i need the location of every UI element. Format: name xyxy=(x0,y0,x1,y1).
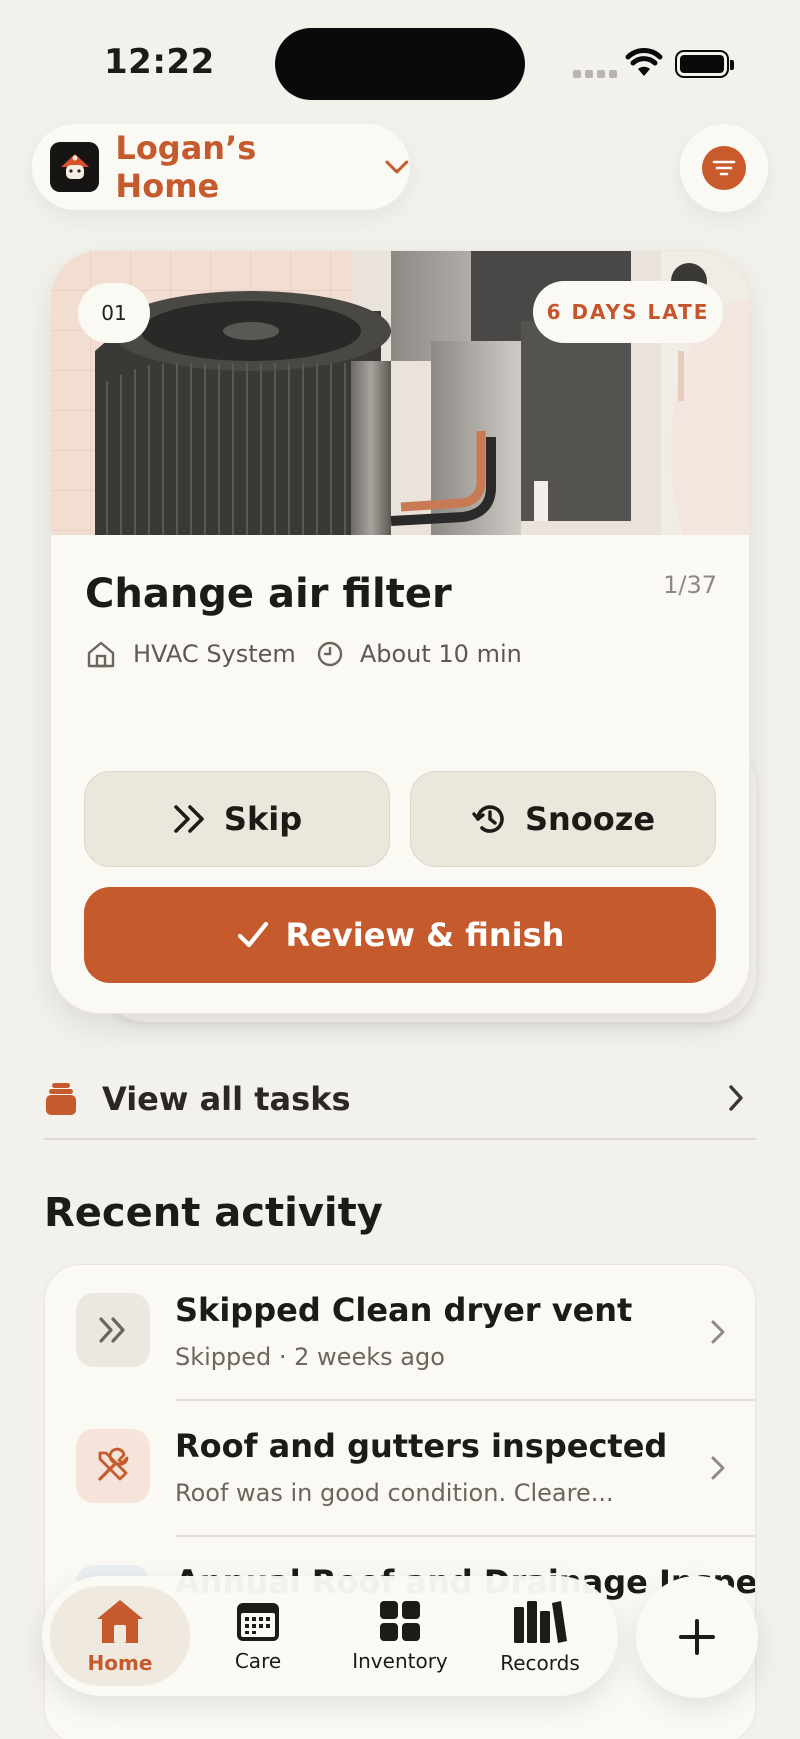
dynamic-island xyxy=(275,28,525,100)
skip-icon xyxy=(174,805,204,833)
tab-inventory-label: Inventory xyxy=(352,1649,448,1673)
task-card[interactable]: 01 6 DAYS LATE Change air filter 1/37 HV… xyxy=(50,250,750,1014)
home-icon xyxy=(97,1600,143,1643)
task-meta: HVAC System About 10 min xyxy=(85,639,522,669)
history-icon xyxy=(472,805,504,833)
tab-bar: Home Care Inventory Records xyxy=(42,1576,618,1696)
snooze-button[interactable]: Snooze xyxy=(410,771,716,867)
view-all-tasks-row[interactable]: View all tasks xyxy=(44,1060,756,1140)
review-finish-button[interactable]: Review & finish xyxy=(84,887,716,983)
tab-inventory[interactable]: Inventory xyxy=(330,1586,470,1686)
tab-records-label: Records xyxy=(500,1651,580,1675)
recent-activity-title: Recent activity xyxy=(44,1190,383,1236)
activity-row[interactable]: Roof and gutters inspected Roof was in g… xyxy=(45,1401,755,1537)
hvac-image: 01 6 DAYS LATE xyxy=(51,251,749,535)
skip-button[interactable]: Skip xyxy=(84,771,390,867)
tab-care-label: Care xyxy=(234,1649,282,1673)
books-icon xyxy=(514,1601,567,1643)
battery-icon xyxy=(675,50,734,78)
tab-records[interactable]: Records xyxy=(470,1586,610,1686)
activity-title: Roof and gutters inspected xyxy=(175,1427,668,1465)
activity-subtitle: Roof was in good condition. Cleare... xyxy=(175,1479,614,1507)
grid-icon xyxy=(380,1601,420,1641)
activity-title: Skipped Clean dryer vent xyxy=(175,1291,633,1329)
add-button[interactable] xyxy=(636,1576,758,1698)
home-logo-icon xyxy=(50,142,100,192)
task-stack-icon xyxy=(46,1083,76,1115)
skip-icon xyxy=(76,1293,150,1367)
chevron-down-icon xyxy=(385,160,409,174)
task-category: HVAC System xyxy=(133,640,296,668)
tools-icon xyxy=(76,1429,150,1503)
house-icon xyxy=(87,641,115,668)
task-title: Change air filter xyxy=(85,571,452,617)
snooze-label: Snooze xyxy=(524,800,656,838)
activity-row[interactable]: Skipped Clean dryer vent Skipped · 2 wee… xyxy=(45,1265,755,1401)
chevron-right-icon xyxy=(711,1320,725,1344)
late-badge: 6 DAYS LATE xyxy=(533,281,723,343)
task-position: 1/37 xyxy=(663,571,717,599)
task-number-badge: 01 xyxy=(78,283,150,343)
skip-label: Skip xyxy=(223,800,303,838)
home-switcher[interactable]: Logan’s Home xyxy=(32,124,410,210)
calendar-icon xyxy=(237,1603,279,1641)
activity-subtitle: Skipped · 2 weeks ago xyxy=(175,1343,445,1371)
tab-home[interactable]: Home xyxy=(50,1586,190,1686)
wifi-icon xyxy=(625,48,663,76)
status-time: 12:22 xyxy=(104,42,215,82)
tab-home-label: Home xyxy=(87,1651,153,1675)
tab-care[interactable]: Care xyxy=(188,1586,328,1686)
filter-button[interactable] xyxy=(680,124,768,212)
chevron-right-icon xyxy=(711,1456,725,1480)
plus-icon xyxy=(679,1619,715,1655)
review-finish-label: Review & finish xyxy=(285,916,565,954)
signal-icon xyxy=(573,70,617,78)
view-all-label: View all tasks xyxy=(102,1080,351,1118)
chevron-right-icon xyxy=(729,1085,743,1111)
clock-icon xyxy=(317,641,343,667)
task-duration: About 10 min xyxy=(359,640,522,668)
filter-icon xyxy=(702,146,746,190)
check-icon xyxy=(237,921,268,948)
home-name: Logan’s Home xyxy=(115,129,257,205)
